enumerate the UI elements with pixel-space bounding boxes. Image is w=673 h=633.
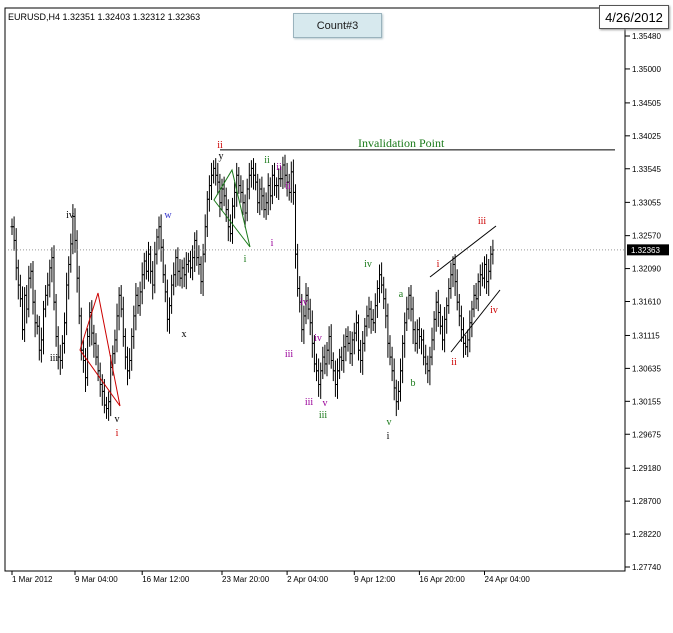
x-axis: 1 Mar 2012 9 Mar 04:00 16 Mar 12:00 23 Mar … [11, 571, 531, 584]
y-tick-label: 1.34025 [632, 132, 661, 141]
y-tick-label: 1.34505 [632, 99, 661, 108]
y-tick-label: 1.33055 [632, 198, 661, 207]
count-box: Count#3 [293, 13, 382, 38]
plot-area-border [4, 7, 626, 572]
symbol-header: EURUSD,H4 1.32351 1.32403 1.32312 1.3236… [8, 12, 200, 22]
x-tick-label: 9 Mar 04:00 [75, 575, 118, 584]
y-tick-label: 1.29180 [632, 464, 661, 473]
wave-labels: iviiiwvixiiyiiiiiiiiiviiiiviii viiiivviab… [50, 140, 498, 442]
wedge-lower-line [450, 289, 501, 353]
current-price-tag-text: 1.32363 [631, 246, 660, 255]
wave-label: ii [264, 155, 270, 166]
ohlc-bars [10, 154, 495, 421]
wave-label: ii [276, 162, 282, 173]
y-axis: 1.35480 1.35000 1.34505 1.34025 1.33545 1.330… [625, 32, 661, 572]
x-tick-label: 16 Mar 12:00 [142, 575, 190, 584]
y-tick-label: 1.30155 [632, 397, 661, 406]
y-tick-label: 1.30635 [632, 364, 661, 373]
chart-svg: EURUSD,H4 1.32351 1.32403 1.32312 1.3236… [4, 7, 669, 584]
wave-label: v [115, 414, 120, 425]
y-tick-label: 1.35480 [632, 32, 661, 41]
wave-label: w [164, 210, 172, 221]
y-tick-label: 1.31115 [632, 331, 660, 340]
y-tick-label: 1.32570 [632, 232, 661, 241]
y-tick-label: 1.35000 [632, 65, 661, 74]
wave-label: iii [285, 349, 294, 360]
wave-label: x [182, 329, 187, 340]
wave-label: i [271, 238, 274, 249]
y-tick-label: 1.31610 [632, 298, 661, 307]
chart-overlays: Invalidation Point 1.32363 [8, 136, 669, 407]
x-tick-label: 24 Apr 04:00 [485, 575, 531, 584]
y-tick-label: 1.28700 [632, 497, 661, 506]
wave-label: iii [319, 410, 328, 421]
wave-label: iv [490, 305, 498, 316]
x-tick-label: 23 Mar 20:00 [222, 575, 270, 584]
wave-label: b [411, 378, 416, 389]
wave-label: iii [50, 353, 59, 364]
wave-label: i [244, 254, 247, 265]
wave-label: iii [478, 216, 487, 227]
date-box: 4/26/2012 [599, 5, 669, 29]
x-tick-label: 9 Apr 12:00 [354, 575, 395, 584]
wave-label: y [219, 151, 224, 162]
y-tick-label: 1.33545 [632, 165, 661, 174]
wave-label: iv [66, 210, 74, 221]
wave-label: ii [217, 140, 223, 151]
x-tick-label: 1 Mar 2012 [12, 575, 53, 584]
wave-label: ii [451, 357, 457, 368]
y-tick-label: 1.32090 [632, 265, 661, 274]
y-tick-label: 1.27740 [632, 563, 661, 572]
wave-label: a [399, 289, 404, 300]
y-tick-label: 1.29675 [632, 430, 661, 439]
wave-label: v [387, 417, 392, 428]
wave-label: ii [285, 181, 291, 192]
wave-label: v [323, 398, 328, 409]
wave-label: iii [305, 397, 314, 408]
x-tick-label: 2 Apr 04:00 [287, 575, 328, 584]
x-tick-label: 16 Apr 20:00 [419, 575, 465, 584]
invalidation-label: Invalidation Point [358, 136, 445, 150]
wave-label: iv [314, 333, 322, 344]
wave-label: i [387, 431, 390, 442]
wave-label: i [437, 259, 440, 270]
wave-label: iv [300, 297, 308, 308]
y-tick-label: 1.28220 [632, 530, 661, 539]
chart-frame: EURUSD,H4 1.32351 1.32403 1.32312 1.3236… [0, 0, 673, 633]
wave-label: i [116, 428, 119, 439]
wave-label: iv [364, 259, 372, 270]
